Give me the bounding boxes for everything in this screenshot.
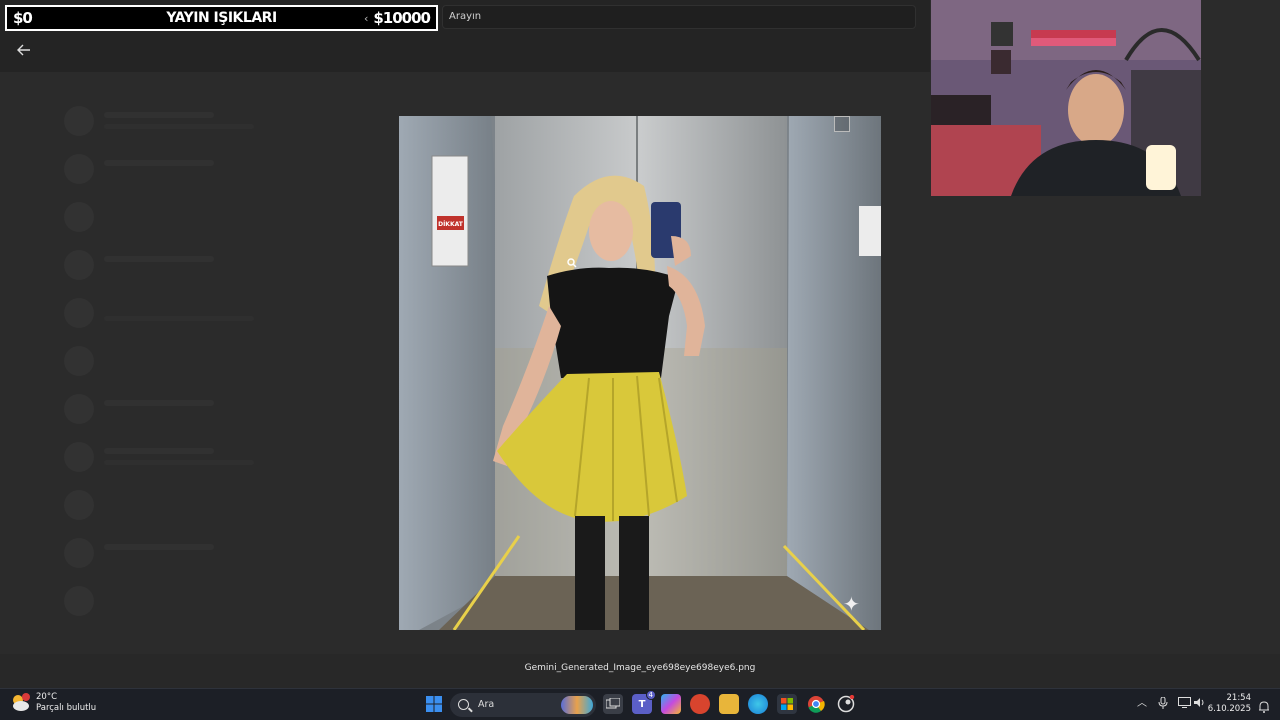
image-file-name: Gemini_Generated_Image_eye698eye698eye6.…: [524, 663, 756, 673]
search-icon: [458, 699, 469, 710]
list-item: [64, 154, 304, 184]
weather-temp: 20°C: [36, 692, 58, 702]
image-info-icon[interactable]: [834, 116, 850, 132]
store-icon[interactable]: [777, 694, 797, 714]
goal-end: ‹ $10000: [363, 9, 431, 27]
list-item: [64, 202, 304, 232]
taskbar: 20°C Parçalı bulutlu Ara T 4 ︿ 21:54 6.1…: [0, 688, 1280, 720]
chevron-left-icon: ‹: [363, 11, 369, 25]
weather-cloud-icon: [10, 693, 30, 713]
volume-icon[interactable]: [1193, 697, 1207, 711]
chrome-icon[interactable]: [806, 694, 826, 714]
network-icon[interactable]: [1177, 697, 1191, 711]
notification-icon[interactable]: [1258, 698, 1270, 713]
taskbar-search-label: Ara: [478, 699, 495, 710]
list-item: [64, 394, 304, 424]
list-item: [64, 346, 304, 376]
microphone-icon[interactable]: [1156, 696, 1170, 711]
back-arrow-icon[interactable]: [14, 42, 34, 62]
stream-goal-bar: $0 YAYIN IŞIKLARI ‹ $10000: [5, 5, 438, 31]
copilot-icon[interactable]: [661, 694, 681, 714]
steam-icon[interactable]: [836, 694, 856, 714]
clock-time: 21:54: [1226, 693, 1252, 703]
search-input[interactable]: Arayın: [442, 5, 916, 29]
viewer-image[interactable]: DİKKAT: [399, 116, 881, 630]
goal-start-value: $0: [13, 9, 33, 27]
zoom-cursor-icon: [567, 258, 577, 268]
search-highlight-badge: [561, 696, 593, 714]
task-view-icon[interactable]: [603, 694, 623, 714]
file-explorer-icon[interactable]: [719, 694, 739, 714]
sparkle-icon: ✦: [843, 592, 860, 616]
webcam-overlay: [931, 0, 1201, 196]
list-item: [64, 298, 304, 328]
goal-end-value: $10000: [373, 9, 431, 27]
background-conversation-list: [0, 72, 380, 672]
system-clock[interactable]: 21:54 6.10.2025: [1208, 693, 1251, 715]
edge-icon[interactable]: [748, 694, 768, 714]
warning-sign-text: DİKKAT: [438, 221, 464, 228]
list-item: [64, 538, 304, 568]
chevron-up-icon[interactable]: ︿: [1135, 697, 1149, 711]
weather-widget[interactable]: 20°C Parçalı bulutlu: [10, 692, 96, 714]
app-icon[interactable]: [690, 694, 710, 714]
list-item: [64, 442, 304, 472]
teams-badge: 4: [645, 690, 656, 700]
list-item: [64, 586, 304, 616]
list-item: [64, 250, 304, 280]
clock-date: 6.10.2025: [1207, 704, 1251, 714]
teams-icon[interactable]: T 4: [632, 690, 656, 714]
list-item: [64, 106, 304, 136]
windows-start-icon[interactable]: [424, 694, 444, 714]
list-item: [64, 490, 304, 520]
weather-condition: Parçalı bulutlu: [36, 703, 97, 713]
taskbar-search[interactable]: Ara: [450, 693, 596, 717]
